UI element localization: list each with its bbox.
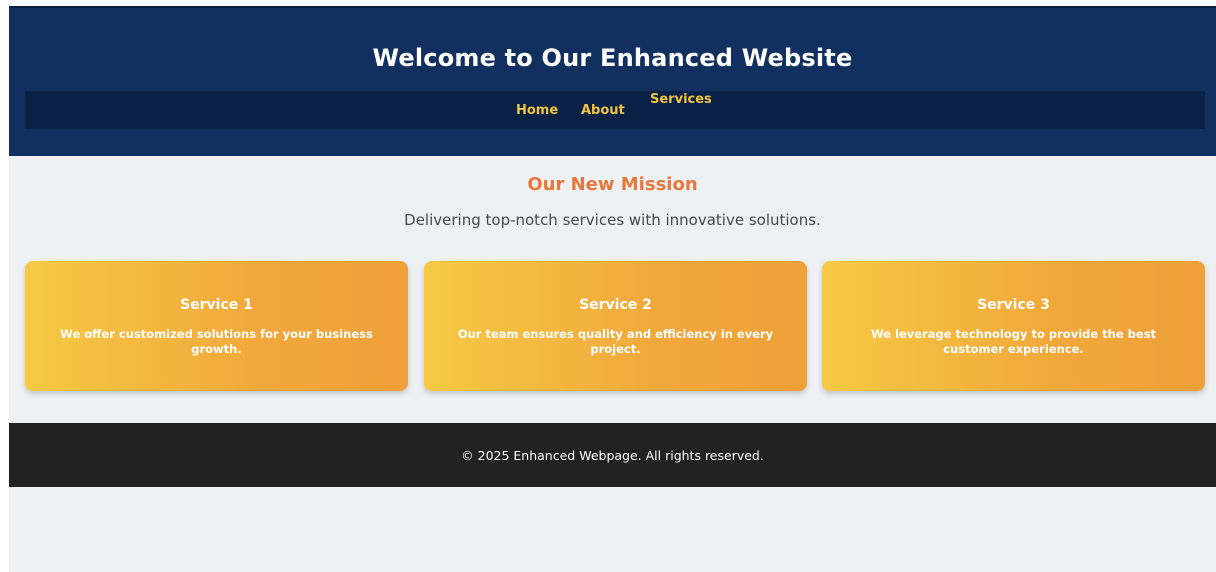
service-card-3: Service 3 We leverage technology to prov… [822, 261, 1205, 391]
site-header: Welcome to Our Enhanced Website Home Abo… [9, 6, 1216, 156]
service-card-2: Service 2 Our team ensures quality and e… [424, 261, 807, 391]
service-card-1: Service 1 We offer customized solutions … [25, 261, 408, 391]
site-title: Welcome to Our Enhanced Website [372, 44, 853, 72]
site-footer: © 2025 Enhanced Webpage. All rights rese… [9, 423, 1216, 487]
main-nav: Home About Services [25, 91, 1205, 129]
service-card-text: We leverage technology to provide the be… [870, 327, 1157, 356]
service-card-title: Service 3 [977, 297, 1050, 313]
nav-link-services[interactable]: Services [650, 92, 712, 107]
service-card-text: Our team ensures quality and efficiency … [457, 327, 774, 356]
nav-link-home[interactable]: Home [516, 103, 558, 118]
service-card-title: Service 2 [579, 297, 652, 313]
footer-copyright: © 2025 Enhanced Webpage. All rights rese… [461, 448, 764, 463]
mission-title: Our New Mission [527, 174, 698, 195]
service-card-text: We offer customized solutions for your b… [60, 327, 373, 356]
nav-link-about[interactable]: About [581, 103, 625, 118]
page: Welcome to Our Enhanced Website Home Abo… [9, 6, 1216, 572]
services-section: Service 1 We offer customized solutions … [25, 261, 1205, 391]
service-card-title: Service 1 [180, 297, 253, 313]
mission-text: Delivering top-notch services with innov… [404, 211, 821, 229]
